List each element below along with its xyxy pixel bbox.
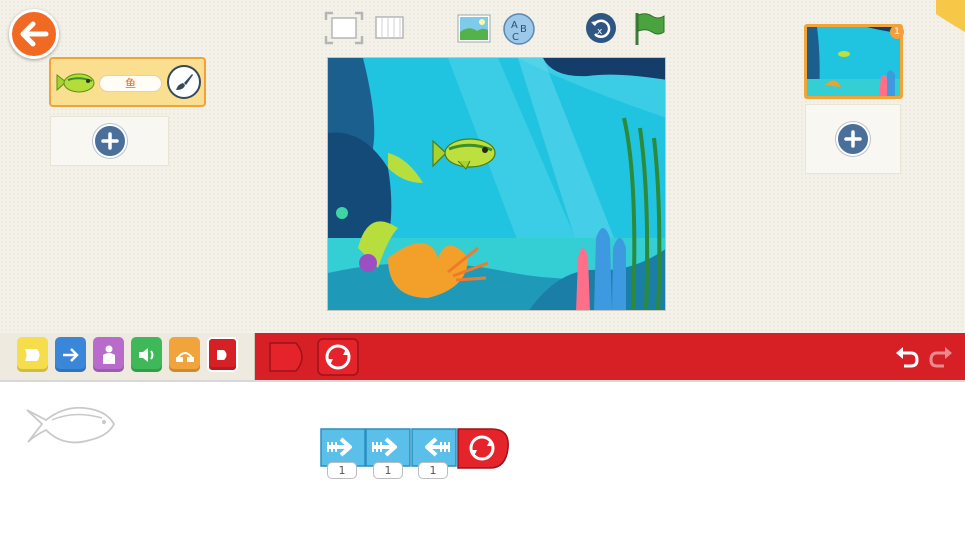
add-page-button[interactable] bbox=[836, 122, 870, 156]
green-flag-icon bbox=[635, 13, 665, 45]
background-icon bbox=[457, 14, 491, 43]
script-area[interactable]: 1 1 1 bbox=[0, 380, 965, 538]
fullscreen-icon bbox=[324, 11, 364, 45]
svg-text:A: A bbox=[511, 20, 518, 31]
undo-icon bbox=[896, 347, 919, 368]
move-left-steps-field[interactable]: 1 bbox=[418, 462, 448, 479]
fish-outline-icon bbox=[26, 406, 116, 444]
category-sound[interactable] bbox=[131, 337, 162, 372]
add-sprite-button[interactable] bbox=[92, 124, 127, 158]
paint-editor-button[interactable] bbox=[167, 65, 201, 99]
move-right-steps-field[interactable]: 1 bbox=[373, 462, 403, 479]
add-page-card bbox=[805, 104, 901, 174]
reset-icon: x bbox=[586, 13, 616, 43]
fish-icon bbox=[56, 73, 95, 93]
palette-blocks bbox=[262, 333, 372, 380]
page-preview bbox=[807, 27, 900, 96]
top-area: 鱼 A B C x 1 bbox=[0, 0, 965, 335]
category-control[interactable] bbox=[169, 337, 200, 372]
category-end[interactable] bbox=[207, 337, 238, 372]
speaker-icon bbox=[138, 347, 153, 362]
scratchjr-editor: 鱼 A B C x 1 1 1 1 bbox=[0, 0, 965, 538]
paintbrush-icon bbox=[176, 74, 193, 90]
trigger-icon bbox=[24, 348, 39, 361]
green-flag-button[interactable] bbox=[632, 11, 666, 51]
text-icon: A B C bbox=[503, 13, 535, 45]
underwater-background bbox=[328, 58, 665, 310]
end-block[interactable] bbox=[268, 339, 310, 375]
svg-text:x: x bbox=[597, 27, 603, 37]
back-button[interactable] bbox=[9, 9, 59, 59]
sprite-name-field[interactable]: 鱼 bbox=[99, 75, 162, 92]
project-info-tab[interactable] bbox=[936, 0, 965, 32]
arrow-right-icon bbox=[62, 347, 79, 362]
category-looks[interactable] bbox=[93, 337, 124, 372]
person-icon bbox=[102, 345, 115, 364]
grid-icon bbox=[375, 16, 404, 39]
end-icon bbox=[216, 349, 226, 360]
category-triggering[interactable] bbox=[17, 337, 48, 372]
control-icon bbox=[175, 351, 194, 362]
add-sprite-card bbox=[50, 116, 169, 166]
change-background-button[interactable] bbox=[457, 14, 491, 48]
add-text-button[interactable]: A B C bbox=[502, 12, 536, 50]
reset-characters-button[interactable]: x bbox=[585, 12, 617, 48]
fish-sprite[interactable] bbox=[430, 133, 500, 173]
page-number-badge: 1 bbox=[890, 25, 904, 39]
repeat-forever-block[interactable] bbox=[456, 426, 510, 474]
arrow-left-icon bbox=[20, 21, 49, 47]
redo-button[interactable] bbox=[927, 343, 955, 371]
redo-icon bbox=[929, 347, 952, 368]
category-motion[interactable] bbox=[55, 337, 86, 372]
fullscreen-button[interactable] bbox=[324, 11, 364, 49]
repeat-forever-block[interactable] bbox=[316, 336, 360, 378]
move-right-steps-field[interactable]: 1 bbox=[327, 462, 357, 479]
svg-text:C: C bbox=[512, 32, 519, 43]
svg-text:B: B bbox=[520, 24, 527, 35]
plus-icon bbox=[844, 130, 862, 148]
category-tray bbox=[0, 333, 255, 380]
sprite-item-fish[interactable]: 鱼 bbox=[49, 57, 206, 107]
grid-button[interactable] bbox=[374, 14, 406, 46]
plus-icon bbox=[100, 132, 119, 150]
page-thumbnail[interactable] bbox=[804, 24, 903, 99]
stage[interactable] bbox=[327, 57, 666, 311]
block-palette bbox=[0, 333, 965, 380]
undo-button[interactable] bbox=[893, 343, 921, 371]
